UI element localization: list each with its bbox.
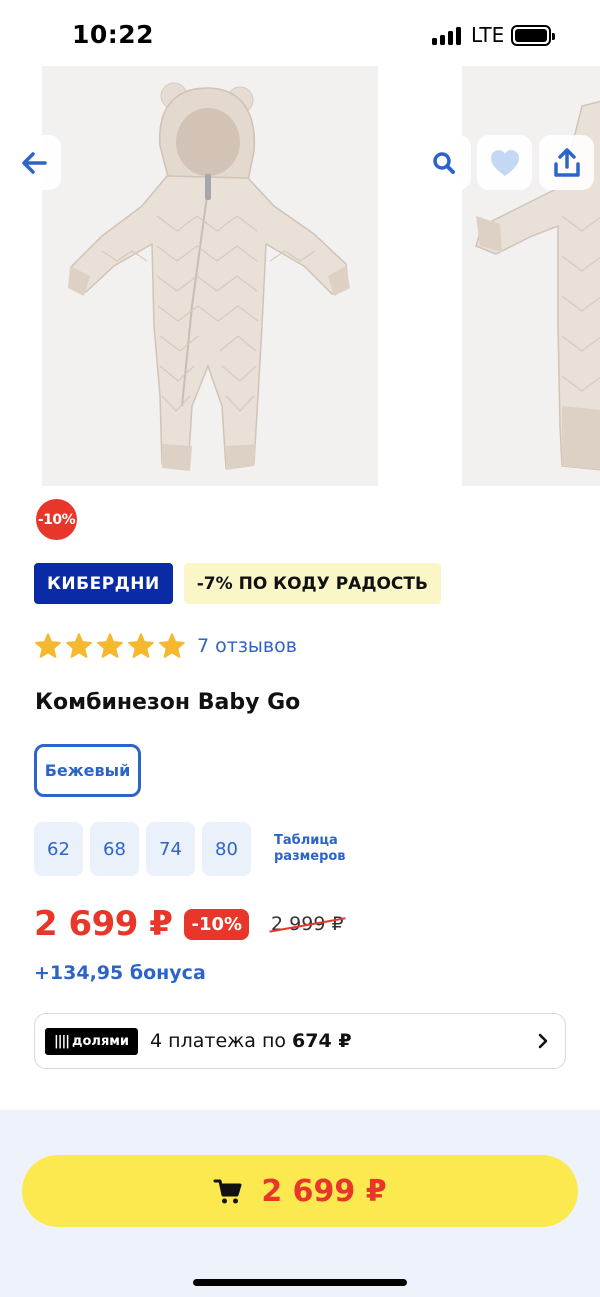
promo-tag-cyberdays[interactable]: КИБЕРДНИ <box>34 563 173 604</box>
product-photo-next[interactable] <box>462 66 600 486</box>
size-option[interactable]: 62 <box>34 822 83 876</box>
installments-text: 4 платежа по 674 ₽ <box>150 1030 352 1052</box>
favorite-button[interactable] <box>477 135 532 190</box>
promo-tags: КИБЕРДНИ -7% ПО КОДУ РАДОСТЬ <box>34 563 441 604</box>
arrow-left-icon <box>21 151 47 174</box>
discount-badge: -10% <box>36 499 77 540</box>
rating[interactable]: 7 отзывов <box>34 630 297 662</box>
status-bar: 10:22 LTE <box>0 0 600 66</box>
bonus-points: +134,95 бонуса <box>34 962 206 984</box>
reviews-link[interactable]: 7 отзывов <box>197 635 297 657</box>
price-row: 2 699 ₽ -10% 2 999 ₽ <box>34 902 344 946</box>
cart-button-price: 2 699 ₽ <box>261 1173 387 1209</box>
jumpsuit-image <box>68 82 350 471</box>
share-icon <box>553 147 580 177</box>
star-icon <box>66 633 92 658</box>
star-icon <box>97 633 123 658</box>
star-icon <box>35 633 61 658</box>
signal-icon <box>432 27 464 45</box>
star-icon <box>128 633 154 658</box>
battery-icon <box>511 25 555 46</box>
back-button[interactable] <box>6 135 61 190</box>
color-option-selected[interactable]: Бежевый <box>34 744 141 797</box>
size-option[interactable]: 68 <box>90 822 139 876</box>
promo-tag-code[interactable]: -7% ПО КОДУ РАДОСТЬ <box>183 563 441 604</box>
size-table-link[interactable]: Таблица размеров <box>274 833 354 865</box>
cart-icon <box>213 1179 242 1204</box>
product-gallery[interactable] <box>0 66 600 486</box>
old-price: 2 999 ₽ <box>271 913 344 935</box>
product-title: Комбинезон Baby Go <box>35 690 301 715</box>
size-option[interactable]: 74 <box>146 822 195 876</box>
search-icon <box>432 151 455 174</box>
chevron-right-icon <box>538 1033 548 1049</box>
status-time: 10:22 <box>72 20 155 49</box>
share-button[interactable] <box>539 135 594 190</box>
search-button[interactable] <box>416 135 471 190</box>
product-photo[interactable] <box>42 66 378 486</box>
jumpsuit-side-image <box>475 100 600 471</box>
heart-icon <box>490 149 519 176</box>
price-discount-badge: -10% <box>184 908 250 940</box>
network-type: LTE <box>471 23 505 47</box>
home-indicator <box>193 1279 407 1286</box>
star-icon <box>159 633 185 658</box>
add-to-cart-button[interactable]: 2 699 ₽ <box>22 1155 578 1227</box>
size-selector: 62 68 74 80 Таблица размеров <box>34 822 354 876</box>
installments-banner[interactable]: |||| долями 4 платежа по 674 ₽ <box>34 1013 566 1069</box>
size-option[interactable]: 80 <box>202 822 251 876</box>
current-price: 2 699 ₽ <box>34 904 173 944</box>
dolyami-logo: |||| долями <box>45 1027 139 1055</box>
